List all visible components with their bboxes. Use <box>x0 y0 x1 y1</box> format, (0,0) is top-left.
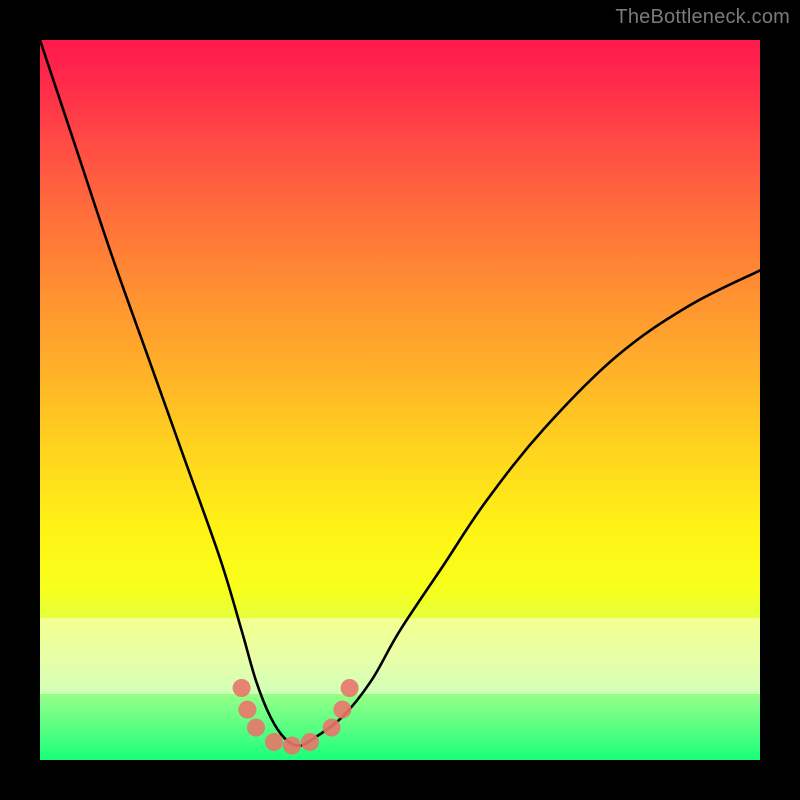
highlight-markers <box>233 679 359 755</box>
watermark-text: TheBottleneck.com <box>615 6 790 29</box>
bottleneck-curve <box>40 40 760 746</box>
marker-dot <box>323 719 341 737</box>
marker-dot <box>247 719 265 737</box>
chart-frame: TheBottleneck.com <box>0 0 800 800</box>
marker-dot <box>238 701 256 719</box>
marker-dot <box>233 679 251 697</box>
marker-dot <box>341 679 359 697</box>
chart-svg <box>40 40 760 760</box>
marker-dot <box>333 701 351 719</box>
marker-dot <box>265 733 283 751</box>
marker-dot <box>283 737 301 755</box>
marker-dot <box>301 733 319 751</box>
